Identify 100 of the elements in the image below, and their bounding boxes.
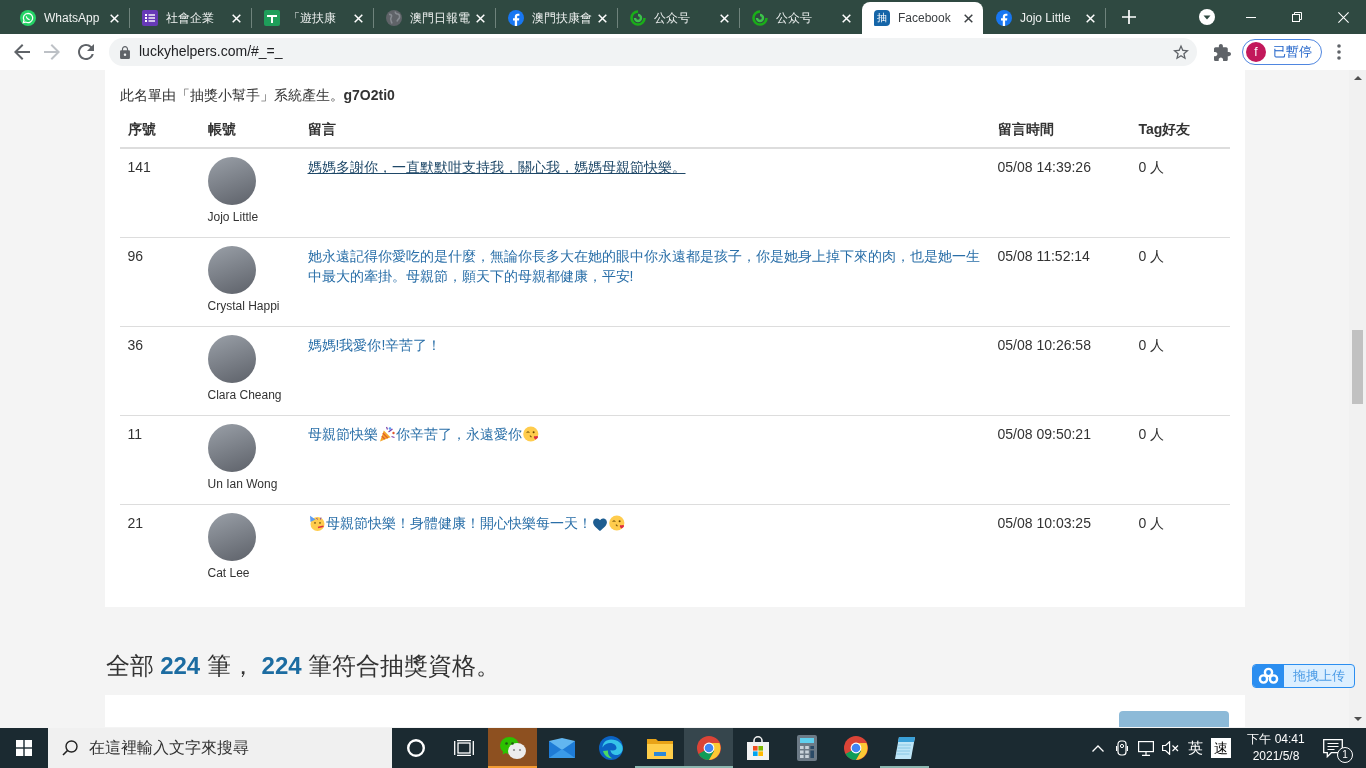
column-header: Tag好友 (1130, 111, 1230, 148)
browser-tab[interactable]: 澳門扶康會 (496, 2, 617, 34)
minimize-icon[interactable] (1246, 16, 1256, 18)
browser-tab[interactable]: 抽 Facebook (862, 2, 983, 34)
calculator-icon (796, 735, 817, 761)
comment-link[interactable]: 媽媽多謝你，一直默默咁支持我，關心我，媽媽母親節快樂。 (307, 157, 686, 177)
column-header: 帳號 (199, 111, 300, 148)
browser-tab[interactable]: 公众号 (740, 2, 861, 34)
search-icon (62, 740, 78, 756)
profile-initial: f (1246, 42, 1266, 62)
kissing-face-icon (608, 515, 625, 531)
address-field[interactable]: luckyhelpers.com/#_=_ (109, 38, 1197, 66)
folder-icon (646, 737, 673, 759)
profile-button[interactable]: f 已暫停 (1242, 39, 1322, 65)
f-logo-icon (508, 10, 524, 26)
account-name: Jojo Little (207, 209, 260, 226)
comment-link[interactable]: 她永遠記得你愛吃的是什麼，無論你長多大在她的眼中你永遠都是孩子，你是她身上掉下來的肉，也是她一生中最大的牽掛。母親節，願天下的母親都健康，平安! (307, 246, 982, 286)
scrollbar-thumb[interactable] (1352, 330, 1363, 404)
ring-icon[interactable] (407, 739, 425, 757)
notification-count: 1 (1337, 747, 1353, 763)
browser-tab[interactable]: 「遊扶康 (252, 2, 373, 34)
ime-mode-button[interactable]: 速 (1211, 738, 1231, 758)
close-icon[interactable] (964, 13, 973, 23)
notepad-icon (892, 736, 917, 760)
summary-heading: 全部 224 筆， 224 筆符合抽獎資格。 (105, 651, 502, 681)
taskbar-button[interactable] (684, 728, 733, 768)
plus-icon[interactable] (1122, 10, 1136, 24)
swirl-icon (630, 10, 646, 26)
kissing-face-icon (522, 426, 539, 442)
comment-time: 05/08 10:03:25 (989, 504, 1131, 593)
scroll-up-icon[interactable] (1353, 76, 1362, 80)
list-icon (142, 10, 158, 26)
shopping-bag-icon (745, 736, 770, 760)
menu-icon[interactable] (1337, 44, 1341, 60)
search-field[interactable]: 在這裡輸入文字來搜尋 (48, 728, 392, 768)
task-view-icon[interactable] (454, 740, 474, 756)
cloud-icon (1253, 665, 1284, 687)
browser-tab[interactable]: Jojo Little (984, 2, 1105, 34)
browser-tab[interactable]: 澳門日報電 (374, 2, 495, 34)
avatar-photo (207, 157, 256, 205)
dropdown-icon[interactable] (1199, 9, 1215, 25)
caret-up-icon[interactable] (1092, 744, 1104, 752)
browser-tab[interactable]: 社會企業 (130, 2, 251, 34)
avatar-photo (207, 246, 256, 294)
tag-count: 0 人 (1130, 237, 1230, 327)
tag-count: 0 人 (1130, 415, 1230, 505)
comment-time: 05/08 10:26:58 (989, 326, 1131, 416)
account-name: Cat Lee (207, 565, 251, 582)
star-icon[interactable] (1173, 44, 1189, 60)
comment-time: 05/08 14:39:26 (989, 148, 1131, 238)
comment-time: 05/08 11:52:14 (989, 237, 1131, 327)
avatar-photo (207, 424, 256, 472)
account-name: Un Ian Wong (207, 476, 279, 493)
app-logo: 抽 (874, 10, 890, 26)
comment-time: 05/08 09:50:21 (989, 415, 1131, 505)
browser-tab[interactable]: WhatsApp (8, 2, 129, 34)
account-name: Crystal Happi (207, 298, 281, 315)
comment-link[interactable]: 母親節快樂 你辛苦了，永遠愛你 (307, 424, 540, 444)
row-number: 141 (119, 148, 200, 238)
comment-link[interactable]: 母親節快樂！身體健康！開心快樂每一天！ (307, 513, 626, 533)
row-number: 96 (119, 237, 200, 327)
row-number: 21 (119, 504, 200, 593)
notification-icon[interactable] (1323, 738, 1343, 758)
puzzle-icon[interactable] (1213, 43, 1231, 61)
tag-count: 0 人 (1130, 326, 1230, 416)
swirl-logo-icon (598, 736, 623, 760)
back-icon[interactable] (14, 44, 30, 60)
tag-count: 0 人 (1130, 148, 1230, 238)
reload-icon[interactable] (78, 44, 94, 60)
column-header: 留言時間 (989, 111, 1131, 148)
f-logo-icon (996, 10, 1012, 26)
globe-icon (386, 10, 402, 26)
scroll-down-icon[interactable] (1353, 717, 1362, 721)
table-icon (264, 10, 280, 26)
row-number: 11 (119, 415, 200, 505)
webcam-icon[interactable] (1116, 740, 1128, 756)
language-indicator[interactable]: 英 (1182, 738, 1208, 758)
start-icon[interactable] (16, 740, 32, 756)
clock-button[interactable]: 下午 04:41 2021/5/8 (1242, 728, 1310, 768)
party-face-icon (308, 515, 325, 531)
comment-link[interactable]: 媽媽!我愛你!辛苦了！ (307, 335, 442, 355)
generator-note: 此名單由「抽獎小幫手」系統產生。g7O2ti0 (119, 86, 396, 105)
lock-icon (120, 45, 130, 59)
column-header: 留言 (299, 111, 990, 148)
row-number: 36 (119, 326, 200, 416)
party-popper-icon (378, 426, 395, 442)
heart-icon (592, 518, 607, 531)
envelope-icon (548, 738, 575, 758)
network-icon[interactable] (1138, 740, 1154, 756)
ring-logo-icon (696, 736, 721, 760)
account-name: Clara Cheang (207, 387, 283, 404)
avatar-photo (207, 335, 256, 383)
mute-icon[interactable] (1161, 741, 1179, 755)
chat-bubbles-icon (499, 737, 526, 759)
chat-bubble-icon (20, 10, 36, 26)
browser-tab[interactable]: 公众号 (618, 2, 739, 34)
avatar-photo (207, 513, 256, 561)
swirl-icon (752, 10, 768, 26)
ring-logo-icon (843, 736, 868, 760)
restore-icon[interactable] (1292, 12, 1302, 22)
